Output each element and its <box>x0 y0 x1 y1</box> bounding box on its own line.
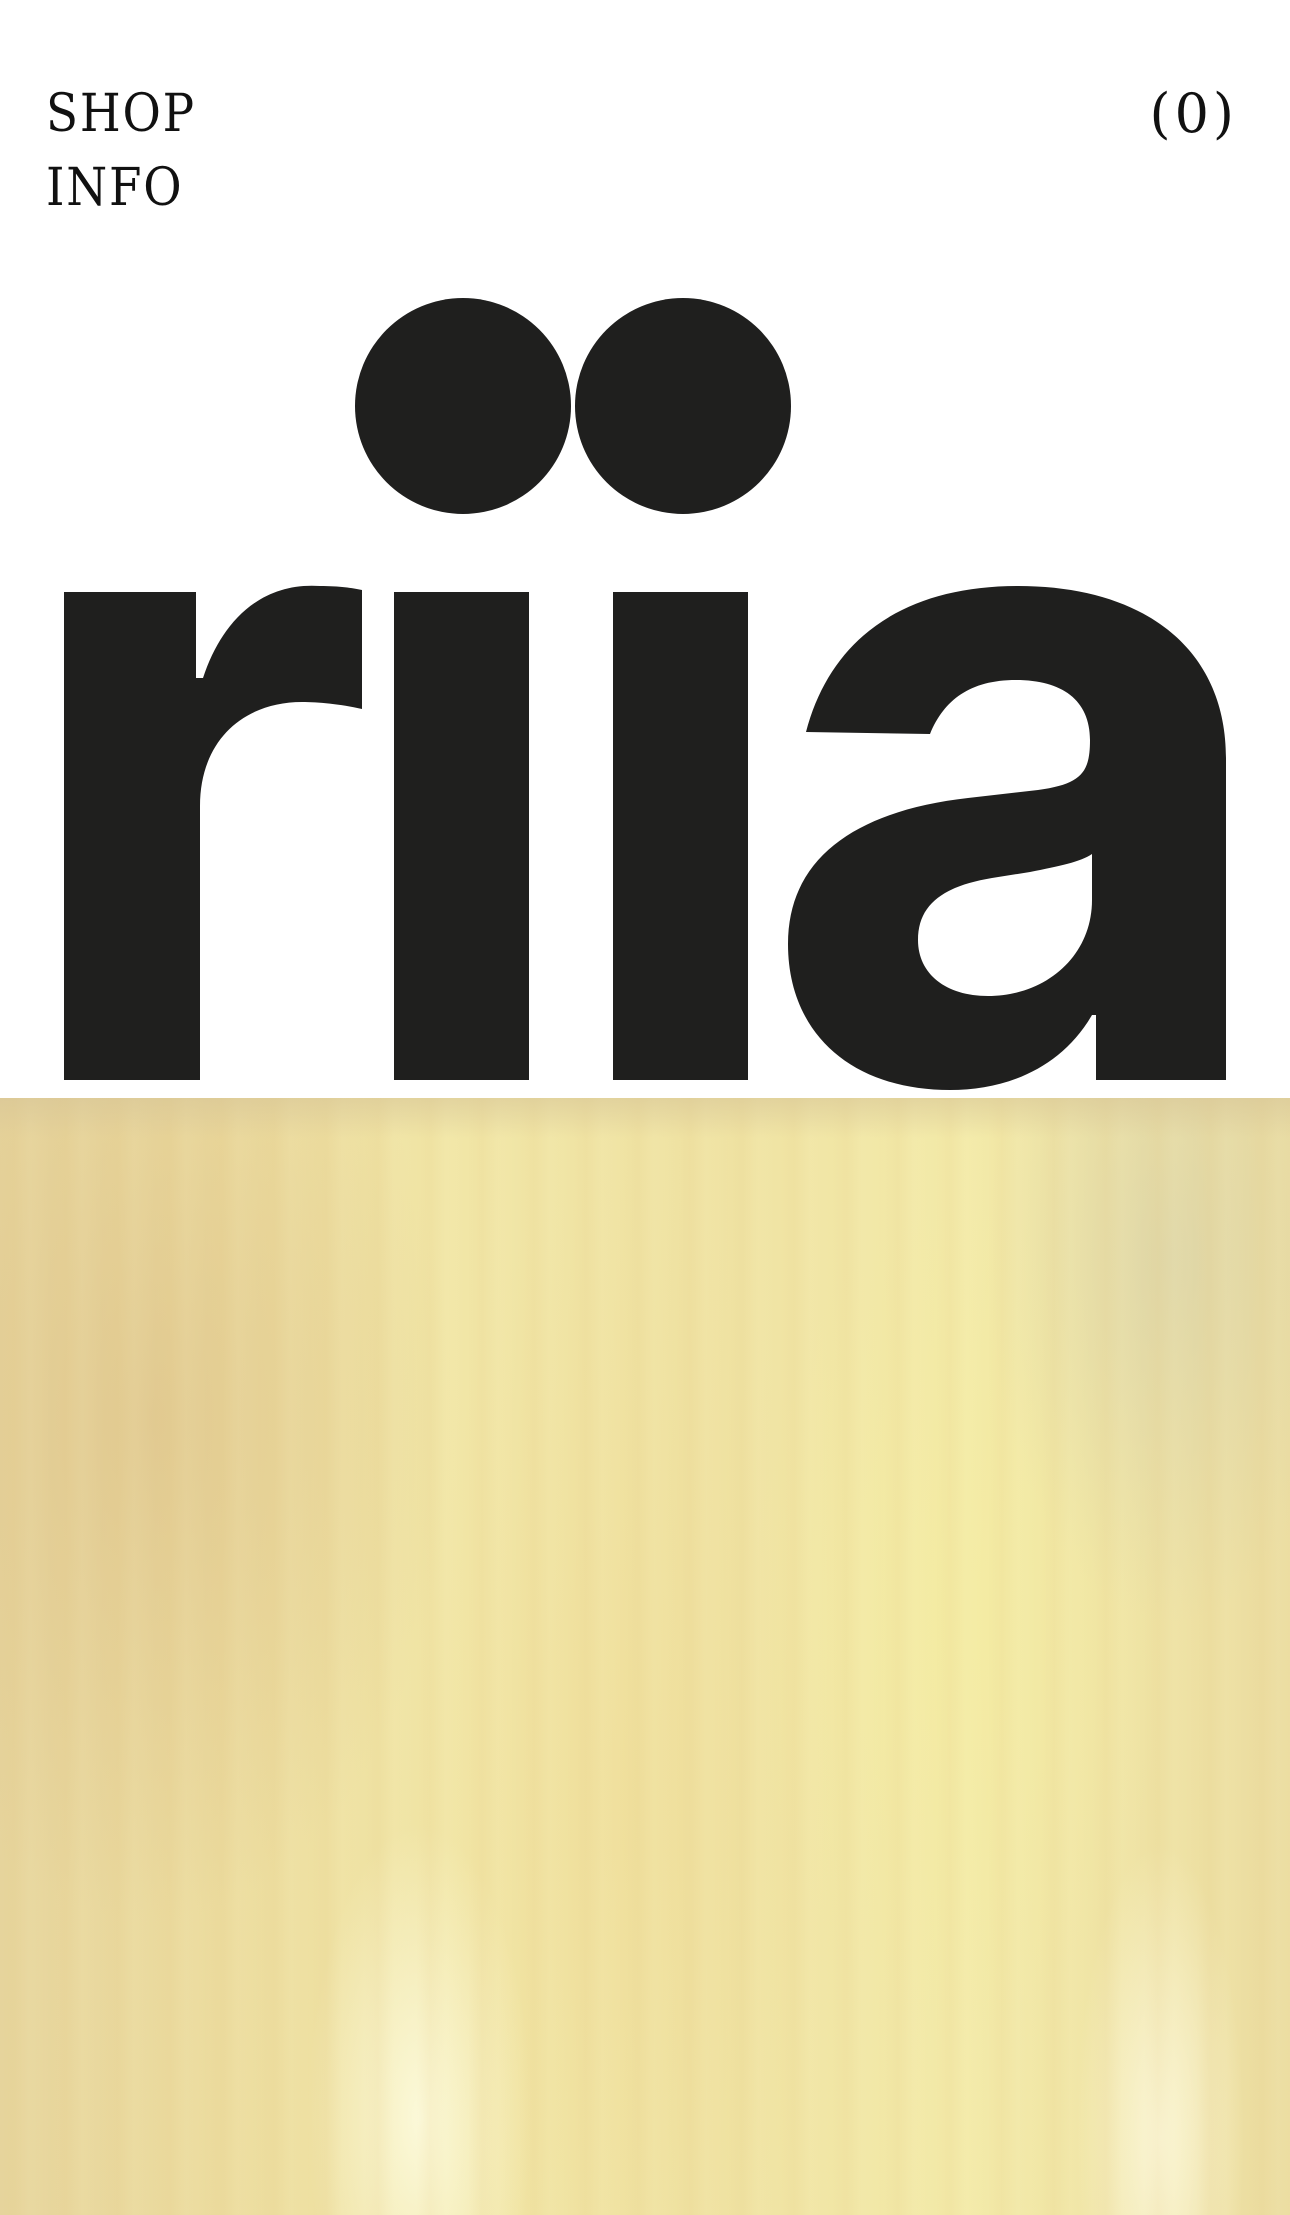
umlaut-dot-left <box>355 298 571 514</box>
hero-image-texture <box>0 1098 1290 2215</box>
cart-button[interactable]: (0) <box>1150 78 1239 150</box>
hero-image <box>0 1098 1290 2215</box>
letter-i-first <box>394 592 529 1080</box>
letter-a <box>788 586 1226 1090</box>
main-nav: SHOP INFO <box>46 78 213 224</box>
nav-info-link[interactable]: INFO <box>46 152 196 224</box>
letter-i-second <box>613 592 748 1080</box>
letter-r <box>64 585 362 1080</box>
riia-logo-mark <box>64 298 1226 1090</box>
umlaut-dot-right <box>575 298 791 514</box>
page: SHOP INFO (0) riia <box>0 0 1290 2215</box>
hero-image-edge <box>0 1098 1290 1138</box>
brand-logo[interactable]: riia <box>0 280 1290 1100</box>
nav-shop-link[interactable]: SHOP <box>46 78 196 150</box>
